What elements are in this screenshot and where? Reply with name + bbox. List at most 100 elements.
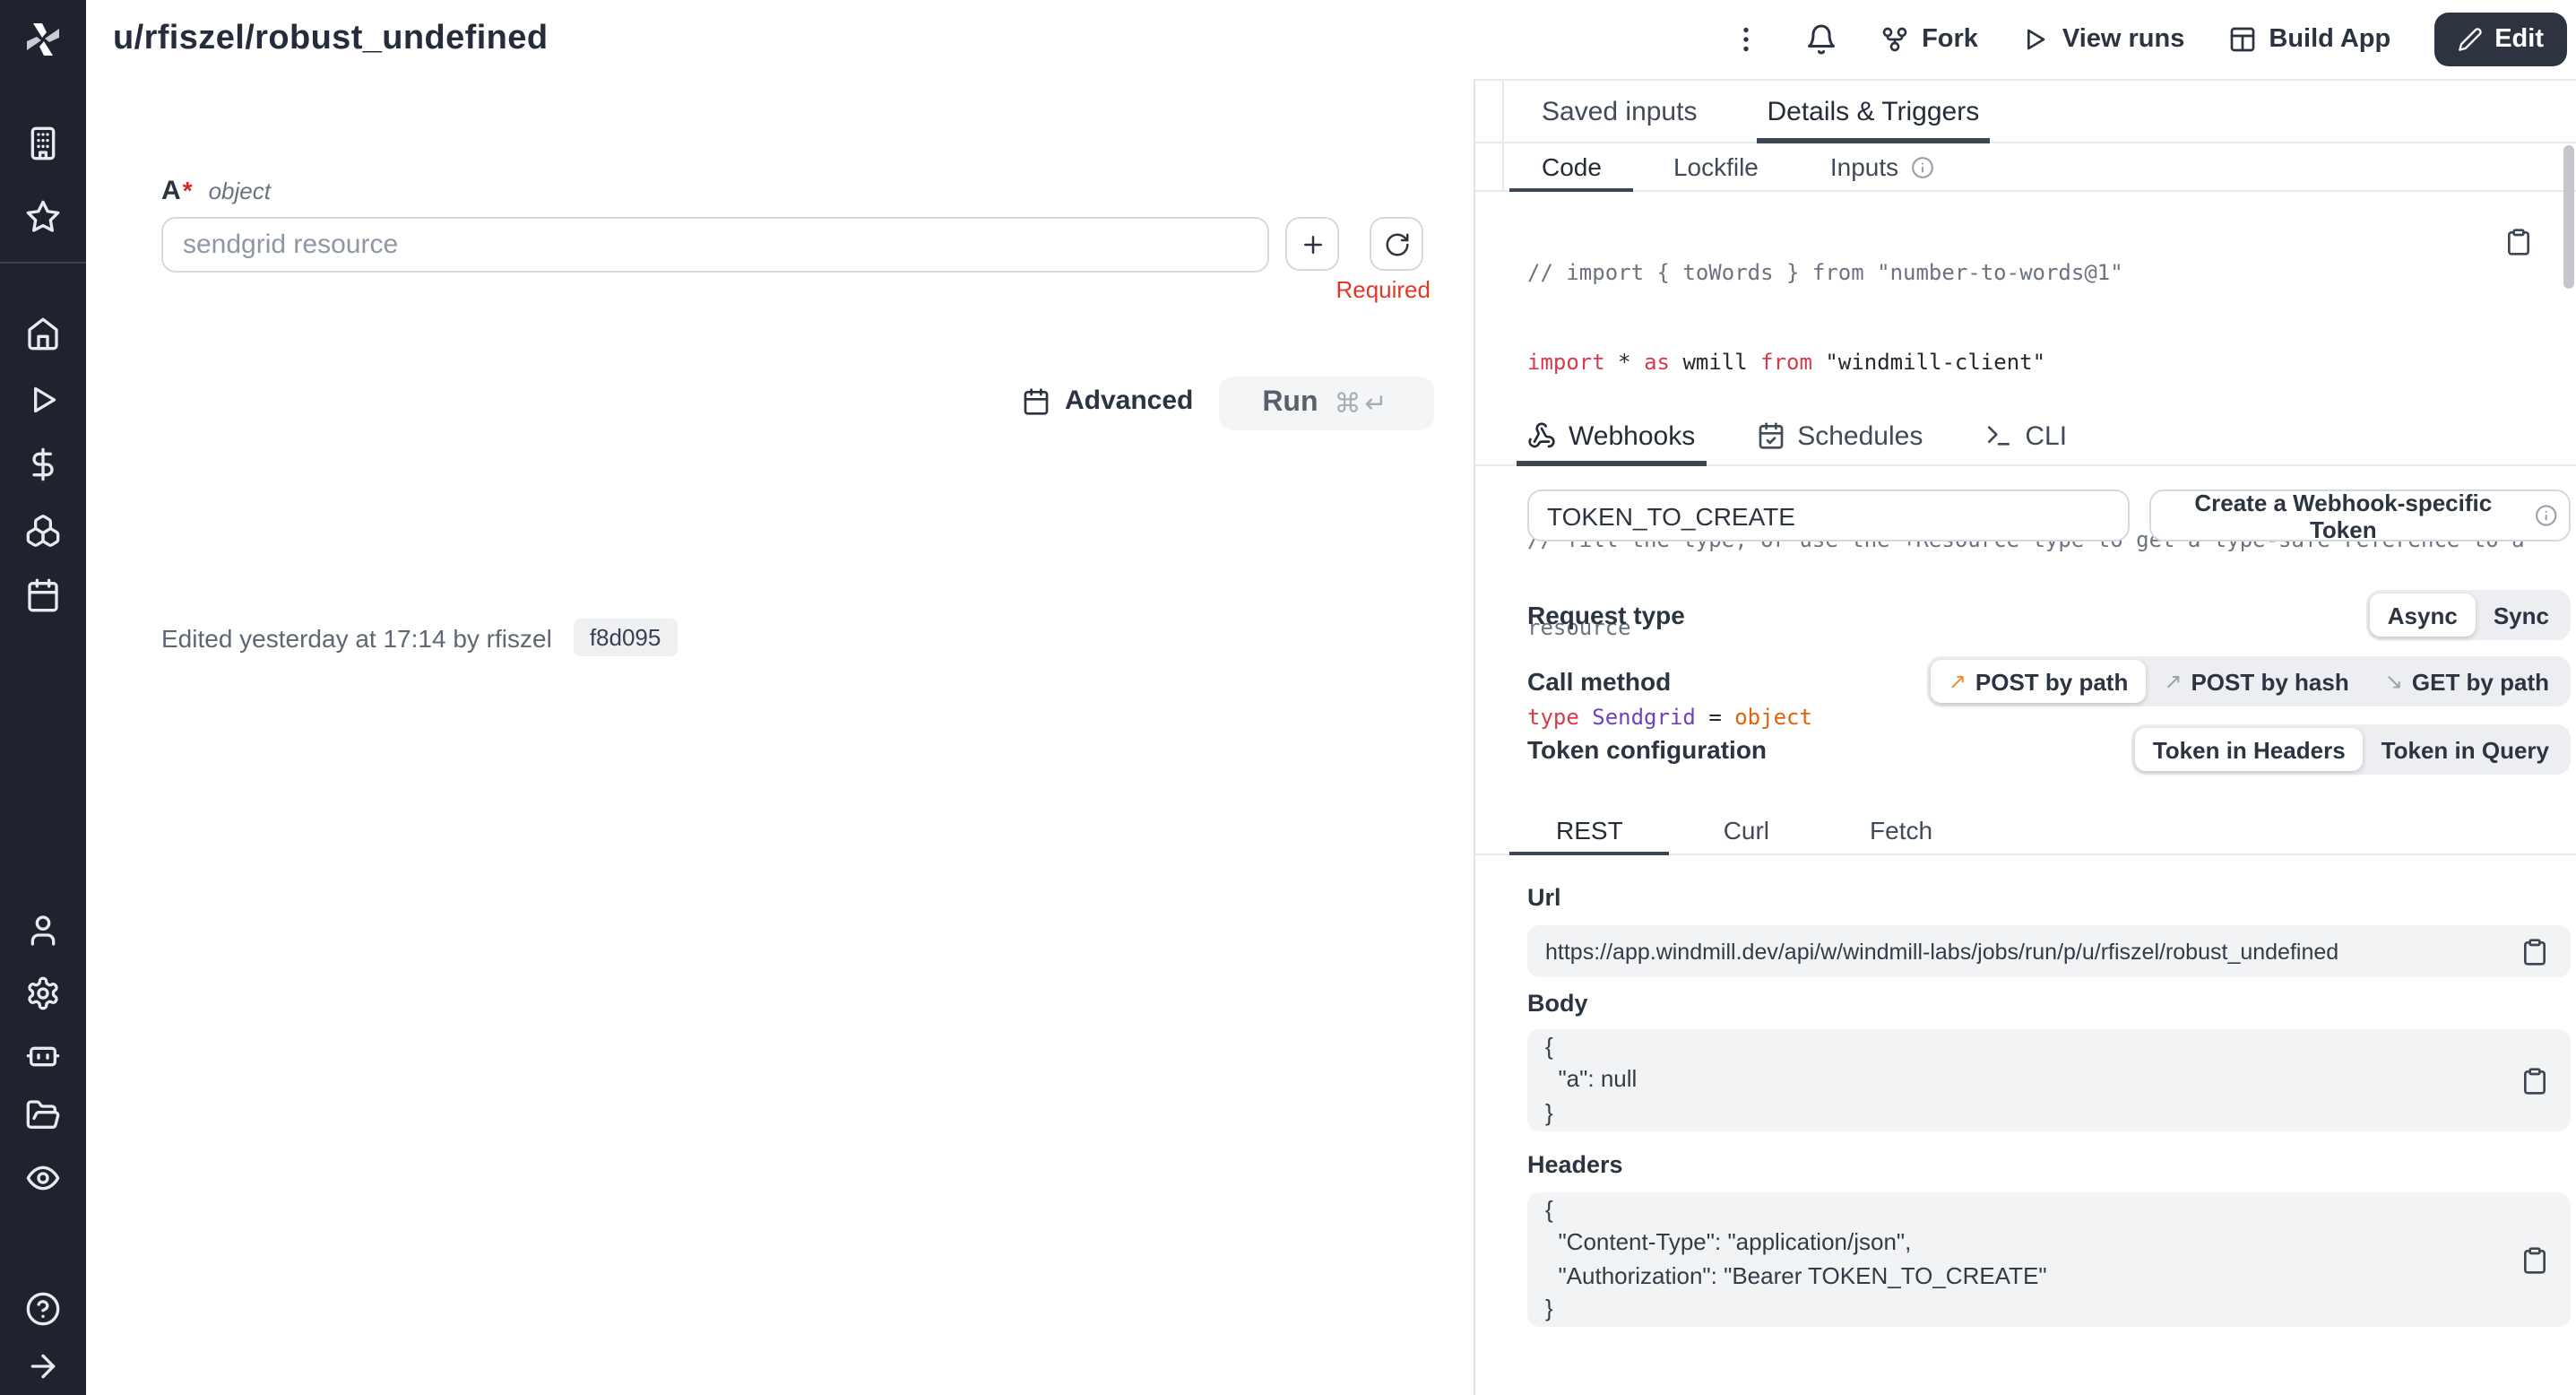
field-label-row: A * object xyxy=(161,176,271,206)
workers-robot-icon[interactable] xyxy=(25,1036,61,1072)
tab-curl[interactable]: Curl xyxy=(1677,805,1816,853)
option-get-by-path[interactable]: ↘GET by path xyxy=(2367,660,2567,703)
code-comment: // import { toWords } from "number-to-wo… xyxy=(1527,260,2123,285)
header-actions: Fork View runs Build App Edit xyxy=(1730,13,2576,66)
add-resource-button[interactable] xyxy=(1285,217,1339,271)
fork-button[interactable]: Fork xyxy=(1880,25,1978,54)
option-token-in-headers[interactable]: Token in Headers xyxy=(2135,728,2364,771)
code-keyword: import xyxy=(1527,349,1605,374)
refresh-button[interactable] xyxy=(1370,217,1423,271)
sidebar-divider xyxy=(0,262,86,264)
headers-json-line: { xyxy=(1545,1193,1553,1226)
resources-boxes-icon[interactable] xyxy=(25,513,61,549)
settings-gear-icon[interactable] xyxy=(25,975,61,1011)
request-type-label: Request type xyxy=(1527,601,1685,629)
advanced-button[interactable]: Advanced xyxy=(1022,386,1193,416)
build-app-label: Build App xyxy=(2269,25,2390,54)
tab-rest-label: REST xyxy=(1556,815,1623,844)
copy-url-button[interactable] xyxy=(2520,937,2549,966)
option-sync[interactable]: Sync xyxy=(2476,594,2567,637)
option-post-by-hash-label: POST by hash xyxy=(2191,668,2348,695)
more-menu-kebab-icon[interactable] xyxy=(1730,23,1762,56)
code-keyword: as xyxy=(1644,349,1670,374)
tab-lockfile[interactable]: Lockfile xyxy=(1641,143,1791,190)
option-token-in-headers-label: Token in Headers xyxy=(2153,736,2346,763)
audit-eye-icon[interactable] xyxy=(25,1160,61,1196)
option-post-by-hash[interactable]: ↗ POST by hash xyxy=(2146,660,2366,703)
tab-fetch[interactable]: Fetch xyxy=(1823,805,1979,853)
favorites-star-icon[interactable] xyxy=(25,199,61,235)
tab-details-triggers-label: Details & Triggers xyxy=(1767,96,1979,126)
panel-scrollbar[interactable] xyxy=(2563,145,2574,289)
clipboard-icon xyxy=(2520,937,2549,966)
view-runs-button[interactable]: View runs xyxy=(2021,25,2184,54)
clipboard-icon xyxy=(2520,1245,2549,1274)
expand-sidebar-arrow-icon[interactable] xyxy=(25,1348,61,1384)
create-webhook-token-label: Create a Webhook-specific Token xyxy=(2162,489,2525,542)
edited-row: Edited yesterday at 17:14 by rfiszel f8d… xyxy=(161,619,677,656)
copy-code-button[interactable] xyxy=(2504,228,2533,256)
version-hash-badge[interactable]: f8d095 xyxy=(574,619,678,656)
home-icon[interactable] xyxy=(25,316,61,351)
arrow-up-right-icon: ↗ xyxy=(2164,669,2182,694)
terminal-icon xyxy=(1984,421,2012,450)
users-person-icon[interactable] xyxy=(25,913,61,949)
tab-saved-inputs[interactable]: Saved inputs xyxy=(1531,81,1707,142)
tab-rest[interactable]: REST xyxy=(1509,805,1670,853)
tab-webhooks-label: Webhooks xyxy=(1569,420,1695,451)
option-token-in-query-label: Token in Query xyxy=(2382,736,2549,763)
code-tabbar: Code Lockfile Inputs xyxy=(1475,143,2576,192)
tab-code[interactable]: Code xyxy=(1509,143,1634,190)
option-post-by-path[interactable]: ↗POST by path xyxy=(1931,660,2147,703)
variables-dollar-icon[interactable] xyxy=(25,446,61,482)
snippet-tabbar: REST Curl Fetch xyxy=(1475,805,2576,855)
required-asterisk: * xyxy=(183,176,193,204)
tab-schedules[interactable]: Schedules xyxy=(1745,407,1933,464)
tab-cli[interactable]: CLI xyxy=(1973,407,2078,464)
body-json-line: } xyxy=(1545,1097,1553,1131)
tab-webhooks[interactable]: Webhooks xyxy=(1517,407,1706,464)
schedules-calendar-icon[interactable] xyxy=(25,577,61,613)
tab-details-triggers[interactable]: Details & Triggers xyxy=(1756,81,1990,142)
tab-inputs[interactable]: Inputs xyxy=(1798,143,1967,190)
top-header: u/rfiszel/robust_undefined Fork View run… xyxy=(86,0,2576,79)
tab-curl-label: Curl xyxy=(1724,815,1769,844)
panel-tabbar: Saved inputs Details & Triggers xyxy=(1475,81,2576,143)
tab-schedules-label: Schedules xyxy=(1797,420,1923,451)
sidebar xyxy=(0,0,86,1395)
folders-icon[interactable] xyxy=(25,1097,61,1133)
copy-headers-button[interactable] xyxy=(2520,1245,2549,1274)
arrow-down-right-icon: ↘ xyxy=(2385,669,2403,694)
notifications-bell-icon[interactable] xyxy=(1805,23,1837,56)
fork-icon xyxy=(1880,25,1909,54)
calendar-check-icon xyxy=(1756,421,1785,450)
windmill-logo-icon[interactable] xyxy=(22,18,65,61)
resource-input[interactable] xyxy=(161,217,1269,273)
runs-play-icon[interactable] xyxy=(25,382,61,418)
option-token-in-query[interactable]: Token in Query xyxy=(2364,728,2567,771)
code-tabbar-left-border xyxy=(1502,143,1504,190)
option-post-by-path-label: POST by path xyxy=(1975,668,2128,695)
workspace-building-icon[interactable] xyxy=(25,126,61,161)
trigger-tabbar: Webhooks Schedules CLI xyxy=(1475,407,2576,466)
edit-label: Edit xyxy=(2494,25,2544,54)
webhook-token-input[interactable] xyxy=(1527,490,2130,542)
option-async-label: Async xyxy=(2388,602,2458,628)
clipboard-icon xyxy=(2520,1066,2549,1095)
option-async[interactable]: Async xyxy=(2370,594,2476,637)
info-icon xyxy=(2536,504,2558,527)
app-window: u/rfiszel/robust_undefined Fork View run… xyxy=(0,0,2576,1395)
required-warning: Required xyxy=(1162,276,1431,303)
tab-cli-label: CLI xyxy=(2025,420,2067,451)
help-icon[interactable] xyxy=(25,1291,61,1327)
headers-json-line: "Content-Type": "application/json", xyxy=(1545,1226,1911,1260)
body-json-line: { xyxy=(1545,1031,1553,1064)
create-webhook-token-button[interactable]: Create a Webhook-specific Token xyxy=(2149,490,2571,542)
copy-body-button[interactable] xyxy=(2520,1066,2549,1095)
edit-button[interactable]: Edit xyxy=(2433,13,2567,66)
headers-json-line: } xyxy=(1545,1293,1553,1326)
run-button[interactable]: Run ⌘↵ xyxy=(1219,377,1434,430)
refresh-icon xyxy=(1383,230,1410,257)
build-app-button[interactable]: Build App xyxy=(2227,25,2390,54)
tab-saved-inputs-label: Saved inputs xyxy=(1542,96,1697,126)
